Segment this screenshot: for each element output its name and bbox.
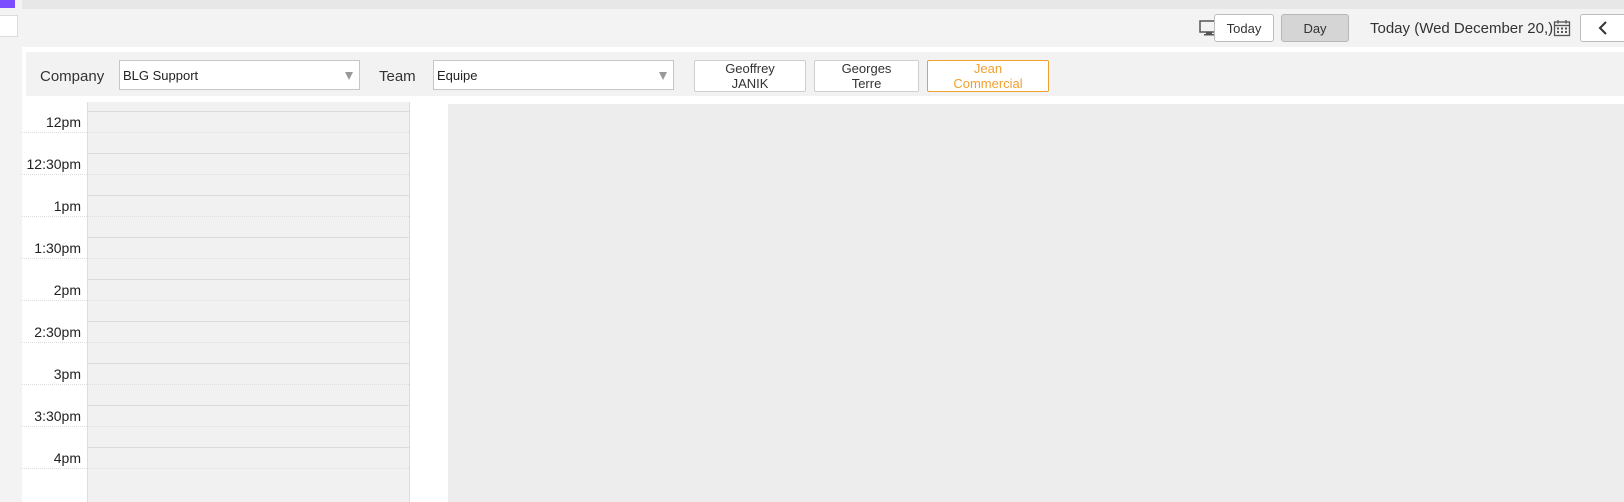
time-tick (22, 258, 87, 259)
slot-quarter-line (88, 132, 409, 133)
slot-line (88, 363, 409, 364)
slot-line (88, 195, 409, 196)
slot-quarter-line (88, 384, 409, 385)
time-slot-label: 4pm (53, 450, 81, 466)
team-select[interactable]: Equipe (433, 60, 674, 90)
calendar-icon[interactable] (1553, 19, 1571, 37)
calendar-toolbar: Today Day Today (Wed December 20,) (22, 9, 1624, 47)
column-gap (410, 102, 448, 502)
time-tick (22, 426, 87, 427)
slot-line (88, 237, 409, 238)
time-slot-label: 2pm (53, 282, 81, 298)
slot-line (88, 279, 409, 280)
top-bar (22, 0, 1624, 9)
day-view-button[interactable]: Day (1281, 14, 1349, 42)
team-select-value: Equipe (437, 67, 478, 83)
left-strip (0, 0, 22, 502)
filter-bar: Company BLG Support Team Equipe Geoffrey… (26, 52, 1624, 96)
dropdown-caret-icon (345, 72, 353, 80)
slot-quarter-line (88, 300, 409, 301)
slot-quarter-line (88, 258, 409, 259)
slot-line (88, 153, 409, 154)
resource-panel (448, 104, 1624, 502)
time-tick (22, 468, 87, 469)
slot-quarter-line (88, 342, 409, 343)
time-tick (22, 300, 87, 301)
time-axis: 12pm 12:30pm 1pm 1:30pm 2pm 2:30pm 3pm 3:30pm 4p… (22, 102, 87, 502)
slot-quarter-line (88, 216, 409, 217)
time-slot-label: 12pm (45, 114, 81, 130)
time-slot-label: 3pm (53, 366, 81, 382)
time-slot-label: 12:30pm (26, 156, 81, 172)
time-tick (22, 342, 87, 343)
current-date-label: Today (Wed December 20,) (1370, 20, 1554, 37)
time-tick (22, 384, 87, 385)
slot-quarter-line (88, 426, 409, 427)
company-select-value: BLG Support (123, 67, 199, 83)
dropdown-caret-icon (659, 72, 667, 80)
company-label: Company (40, 68, 105, 85)
slot-line (88, 321, 409, 322)
time-tick (22, 216, 87, 217)
previous-day-button[interactable] (1580, 14, 1624, 42)
slot-quarter-line (88, 174, 409, 175)
user-filter-geoffrey-janik[interactable]: Geoffrey JANIK (694, 60, 806, 92)
slot-quarter-line (88, 468, 409, 469)
collapse-toggle[interactable] (0, 15, 18, 37)
menu-tab[interactable] (0, 0, 15, 8)
slot-line (88, 447, 409, 448)
chevron-left-icon (1598, 21, 1607, 35)
slot-line (88, 111, 409, 112)
day-column[interactable] (87, 102, 410, 502)
user-filter-georges-terre[interactable]: Georges Terre (814, 60, 919, 92)
time-tick (22, 132, 87, 133)
slot-line (88, 405, 409, 406)
time-slot-label: 1pm (53, 198, 81, 214)
time-slot-label: 1:30pm (34, 240, 81, 256)
time-tick (22, 174, 87, 175)
team-label: Team (379, 68, 416, 85)
user-filter-jean-commercial[interactable]: Jean Commercial (927, 60, 1049, 92)
today-button[interactable]: Today (1214, 14, 1274, 42)
company-select[interactable]: BLG Support (119, 60, 360, 90)
time-slot-label: 2:30pm (34, 324, 81, 340)
time-slot-label: 3:30pm (34, 408, 81, 424)
app-root: Today Day Today (Wed December 20,) Compa… (0, 0, 1624, 502)
